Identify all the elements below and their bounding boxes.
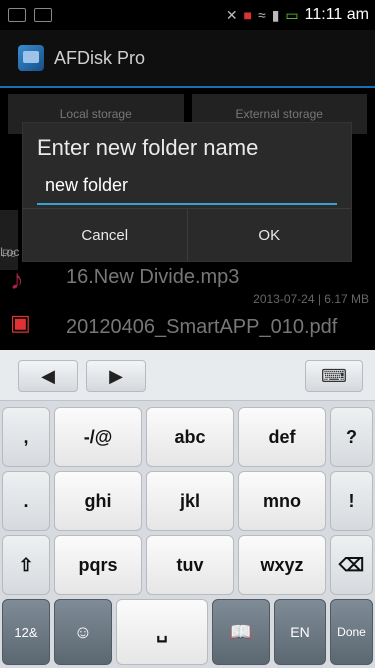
arrow-right-icon: ▶ [109, 365, 123, 386]
pdf-icon: ▣ [10, 310, 31, 335]
file-name: 20120406_SmartAPP_010.pdf [66, 316, 338, 338]
mute-icon: ✕ [225, 7, 238, 23]
key-tuv[interactable]: tuv [146, 535, 234, 595]
key-question-label: ? [346, 426, 357, 447]
keyboard-toggle-button[interactable]: ⌨ [305, 360, 363, 392]
signal-icon: ▮ [271, 7, 280, 23]
cancel-button[interactable]: Cancel [23, 209, 187, 261]
key-wxyz-label: wxyz [260, 554, 304, 575]
key-pqrs-label: pqrs [78, 554, 118, 575]
key-shift[interactable]: ⇧ [2, 535, 50, 595]
key-question[interactable]: ? [330, 407, 373, 467]
key-period-label: . [23, 490, 29, 511]
key-ghi-label: ghi [84, 490, 112, 511]
arrow-left-button[interactable]: ◀ [18, 360, 78, 392]
key-period[interactable]: . [2, 471, 50, 531]
file-item-mp3: ♪ 16.New Divide.mp3 2013-07-24 | 6.17 MB [0, 262, 375, 310]
key-dictionary[interactable]: 📖 [212, 599, 270, 665]
key-jkl-label: jkl [179, 490, 200, 511]
key-comma[interactable]: , [2, 407, 50, 467]
key-abc[interactable]: abc [146, 407, 234, 467]
battery-icon: ▭ [285, 7, 299, 23]
key-mno[interactable]: mno [238, 471, 326, 531]
wifi-icon: ≈ [258, 7, 266, 23]
key-comma-label: , [23, 426, 29, 447]
file-item-pdf: ▣ 20120406_SmartAPP_010.pdf [0, 310, 375, 346]
key-exclamation-label: ! [348, 490, 355, 511]
sd-icon [8, 8, 26, 22]
space-icon: ␣ [156, 621, 168, 642]
key-pqrs[interactable]: pqrs [54, 535, 142, 595]
key-jkl[interactable]: jkl [146, 471, 234, 531]
shift-icon: ⇧ [18, 554, 34, 575]
app-title: AFDisk Pro [54, 47, 146, 68]
image-icon [34, 8, 52, 22]
folder-name-input[interactable]: new folder [37, 167, 337, 205]
music-icon: ♪ [10, 264, 24, 295]
keyboard-toolbar: ◀ ▶ ⌨ [0, 350, 375, 401]
side-hint: Re [0, 210, 18, 270]
ok-button[interactable]: OK [186, 209, 352, 261]
dialog-title: Enter new folder name [37, 135, 259, 160]
key-mno-label: mno [263, 490, 301, 511]
key-backspace[interactable]: ⌫ [330, 535, 373, 595]
arrow-right-button[interactable]: ▶ [86, 360, 146, 392]
locate-label: Loc [0, 245, 20, 259]
dialog-buttons: Cancel OK [23, 208, 351, 261]
key-def-label: def [268, 426, 296, 447]
key-exclamation[interactable]: ! [330, 471, 373, 531]
key-ghi[interactable]: ghi [54, 471, 142, 531]
key-dash-slash-at[interactable]: -/@ [54, 407, 142, 467]
key-dash-label: -/@ [83, 426, 113, 447]
on-screen-keyboard: ◀ ▶ ⌨ , -/@ abc def ? . ghi jkl mno ! ⇧ … [0, 350, 375, 668]
status-time: 11:11 am [304, 6, 369, 23]
arrow-left-icon: ◀ [41, 365, 55, 386]
file-meta: 2013-07-24 | 6.17 MB [253, 292, 369, 306]
folder-name-value: new folder [45, 174, 129, 195]
notif-icon: ■ [243, 7, 253, 23]
backspace-icon: ⌫ [338, 554, 365, 575]
emoji-icon: ☺ [73, 621, 93, 642]
status-left [0, 8, 52, 22]
key-done-label: Done [337, 625, 366, 639]
dictionary-icon: 📖 [229, 621, 253, 642]
key-language[interactable]: EN [274, 599, 326, 665]
key-space[interactable]: ␣ [116, 599, 208, 665]
key-emoji[interactable]: ☺ [54, 599, 112, 665]
key-done[interactable]: Done [330, 599, 373, 665]
key-wxyz[interactable]: wxyz [238, 535, 326, 595]
app-logo-icon [18, 45, 44, 71]
new-folder-dialog: Enter new folder name new folder Cancel … [23, 123, 351, 261]
key-language-label: EN [290, 624, 310, 640]
status-bar: ✕ ■ ≈ ▮ ▭ 11:11 am [0, 0, 375, 30]
app-bar: AFDisk Pro [0, 30, 375, 88]
key-abc-label: abc [174, 426, 206, 447]
key-numbers[interactable]: 12& [2, 599, 50, 665]
key-numbers-label: 12& [14, 624, 38, 640]
file-name: 16.New Divide.mp3 [66, 266, 240, 288]
key-def[interactable]: def [238, 407, 326, 467]
status-right: ✕ ■ ≈ ▮ ▭ 11:11 am [226, 6, 375, 24]
keyboard-icon: ⌨ [321, 365, 347, 386]
key-tuv-label: tuv [176, 554, 204, 575]
